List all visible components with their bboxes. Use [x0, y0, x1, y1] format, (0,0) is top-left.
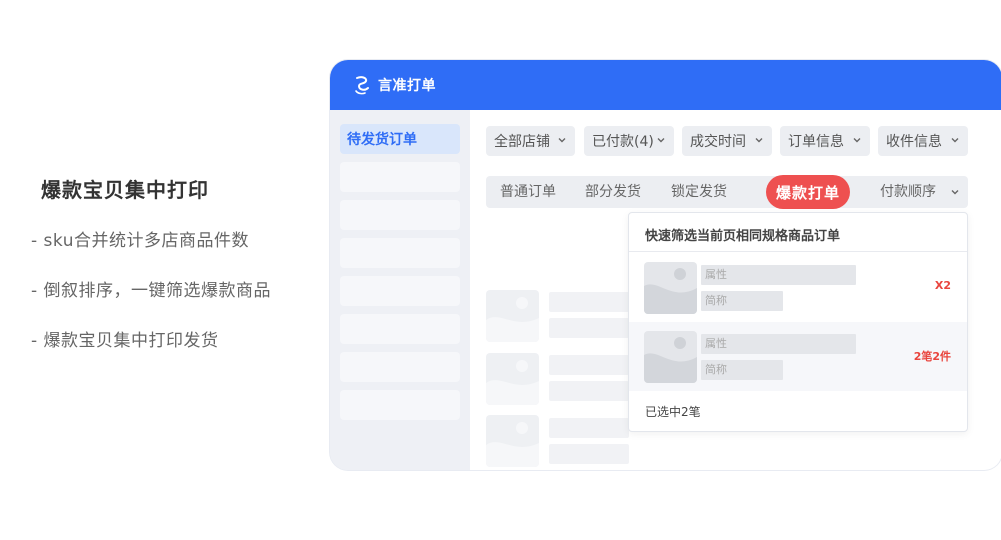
- app-header: 言准打单: [330, 60, 1001, 110]
- skeleton-bar: [549, 418, 629, 438]
- image-placeholder-icon: [644, 331, 697, 383]
- feature-point-1: - sku合并统计多店商品件数: [31, 231, 249, 251]
- tab-normal-orders[interactable]: 普通订单: [500, 176, 556, 208]
- filter-order-info-select[interactable]: 订单信息: [780, 126, 870, 156]
- skeleton-bar: [549, 444, 629, 464]
- order-tabs: 普通订单 部分发货 锁定发货 爆款打单 付款顺序: [486, 175, 968, 209]
- item-short-name: 简称: [701, 291, 783, 311]
- item-count: X2: [934, 279, 951, 292]
- sidebar-item-placeholder[interactable]: [340, 200, 460, 230]
- tab-locked-shipping[interactable]: 锁定发货: [671, 176, 727, 208]
- filter-label: 收件信息: [886, 134, 942, 150]
- dropdown-item[interactable]: 属性 简称 X2: [629, 253, 967, 322]
- main-panel: 全部店铺 已付款(4) 成交时间 订单信息 收件信息 普通订单 部分发货 锁定发…: [470, 110, 1001, 470]
- skeleton-bar: [549, 355, 629, 375]
- sidebar-item-pending-orders[interactable]: 待发货订单: [340, 124, 460, 154]
- chevron-down-icon: [951, 138, 959, 143]
- sidebar-item-placeholder[interactable]: [340, 314, 460, 344]
- selected-summary: 已选中2笔: [645, 405, 701, 419]
- filter-time-select[interactable]: 成交时间: [682, 126, 772, 156]
- sidebar-item-placeholder[interactable]: [340, 162, 460, 192]
- logo-icon: [352, 75, 372, 95]
- tab-hot-print[interactable]: 爆款打单: [766, 175, 850, 209]
- filter-label: 全部店铺: [494, 134, 550, 150]
- sidebar: 待发货订单: [330, 110, 470, 470]
- item-count: 2笔2件: [913, 350, 951, 363]
- tab-partial-shipped[interactable]: 部分发货: [585, 176, 641, 208]
- sort-label: 付款顺序: [880, 184, 936, 200]
- sidebar-item-placeholder[interactable]: [340, 390, 460, 420]
- hot-item-dropdown: 快速筛选当前页相同规格商品订单 属性 简称 X2 属性 简称 2笔2件 已选中2…: [628, 212, 968, 432]
- feature-point-2: - 倒叙排序，一键筛选爆款商品: [31, 281, 272, 301]
- chevron-down-icon: [951, 190, 959, 195]
- chevron-down-icon: [853, 138, 861, 143]
- dropdown-item[interactable]: 属性 简称 2笔2件: [629, 322, 967, 391]
- sidebar-item-placeholder[interactable]: [340, 238, 460, 268]
- item-short-name: 简称: [701, 360, 783, 380]
- filter-receiver-info-select[interactable]: 收件信息: [878, 126, 968, 156]
- feature-title: 爆款宝贝集中打印: [41, 178, 209, 202]
- dropdown-title: 快速筛选当前页相同规格商品订单: [645, 229, 841, 244]
- app-title: 言准打单: [378, 78, 436, 94]
- chevron-down-icon: [558, 138, 566, 143]
- image-placeholder-icon: [486, 415, 539, 467]
- image-placeholder-icon: [486, 290, 539, 342]
- image-placeholder-icon: [486, 353, 539, 405]
- skeleton-bar: [549, 318, 629, 338]
- image-placeholder-icon: [644, 262, 697, 314]
- skeleton-bar: [549, 381, 629, 401]
- feature-point-3: - 爆款宝贝集中打印发货: [31, 331, 219, 351]
- divider: [629, 251, 967, 252]
- item-attribute: 属性: [701, 265, 856, 285]
- filter-store-select[interactable]: 全部店铺: [486, 126, 575, 156]
- chevron-down-icon: [755, 138, 763, 143]
- item-attribute: 属性: [701, 334, 856, 354]
- sidebar-item-placeholder[interactable]: [340, 352, 460, 382]
- filter-label: 成交时间: [690, 134, 746, 150]
- filter-paid-select[interactable]: 已付款(4): [584, 126, 674, 156]
- sidebar-item-placeholder[interactable]: [340, 276, 460, 306]
- chevron-down-icon: [657, 138, 665, 143]
- skeleton-bar: [549, 292, 629, 312]
- sort-payment-order-select[interactable]: 付款顺序: [880, 176, 959, 208]
- app-window: 言准打单 待发货订单 全部店铺 已付款(4) 成交时间 订单信息 收件信息 普通…: [330, 60, 1001, 470]
- filter-label: 订单信息: [788, 134, 844, 150]
- filter-label: 已付款(4): [592, 134, 654, 150]
